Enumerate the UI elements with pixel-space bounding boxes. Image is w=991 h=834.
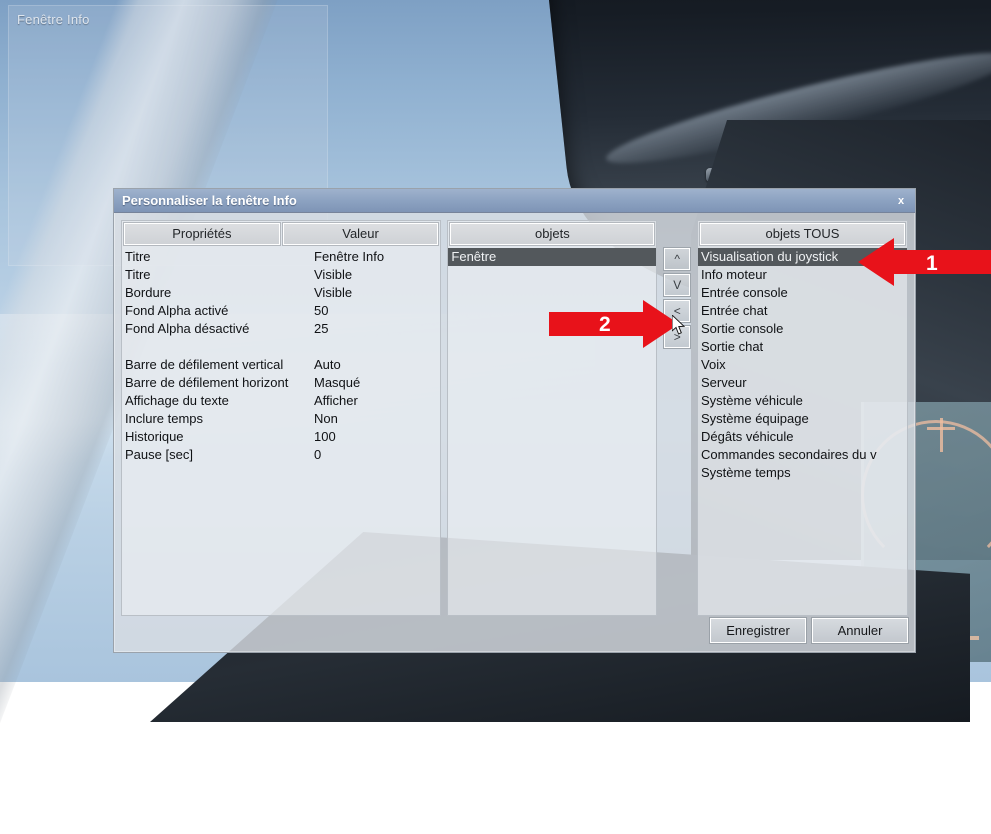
- list-item[interactable]: Entrée chat: [698, 302, 907, 320]
- transfer-button-column: ^ V < >: [663, 220, 691, 652]
- objets-tous-panel: objets TOUS Visualisation du joystickInf…: [697, 220, 908, 616]
- list-item[interactable]: Sortie console: [698, 320, 907, 338]
- remove-button[interactable]: >: [664, 326, 690, 348]
- list-item[interactable]: Sortie chat: [698, 338, 907, 356]
- property-value: 50: [314, 302, 440, 320]
- property-name: Titre: [122, 248, 314, 266]
- properties-row[interactable]: Barre de défilement horizontMasqué: [122, 374, 440, 392]
- move-down-button[interactable]: V: [664, 274, 690, 296]
- property-name: [122, 338, 314, 356]
- close-icon[interactable]: x: [893, 193, 909, 209]
- objets-tous-list[interactable]: Visualisation du joystickInfo moteurEntr…: [698, 247, 907, 615]
- list-item[interactable]: Info moteur: [698, 266, 907, 284]
- property-name: Inclure temps: [122, 410, 314, 428]
- property-value: 100: [314, 428, 440, 446]
- property-value: Afficher: [314, 392, 440, 410]
- list-item[interactable]: Commandes secondaires du v: [698, 446, 907, 464]
- properties-panel-header: Propriétés Valeur: [122, 221, 440, 247]
- properties-row[interactable]: TitreVisible: [122, 266, 440, 284]
- column-header-objets-tous[interactable]: objets TOUS: [700, 223, 905, 245]
- dialog-title: Personnaliser la fenêtre Info: [122, 193, 297, 208]
- properties-row[interactable]: Fond Alpha désactivé25: [122, 320, 440, 338]
- property-value: 0: [314, 446, 440, 464]
- objets-panel-header: objets: [448, 221, 656, 247]
- list-item[interactable]: Dégâts véhicule: [698, 428, 907, 446]
- column-header-objets[interactable]: objets: [450, 223, 654, 245]
- properties-row[interactable]: Barre de défilement verticalAuto: [122, 356, 440, 374]
- dialog-body: Propriétés Valeur TitreFenêtre InfoTitre…: [114, 213, 915, 652]
- property-name: Bordure: [122, 284, 314, 302]
- save-button[interactable]: Enregistrer: [710, 618, 806, 643]
- info-window-title: Fenêtre Info: [9, 6, 327, 27]
- column-header-properties[interactable]: Propriétés: [124, 223, 280, 245]
- objets-list[interactable]: Fenêtre: [448, 247, 656, 615]
- property-value: Auto: [314, 356, 440, 374]
- add-button[interactable]: <: [664, 300, 690, 322]
- property-name: Fond Alpha activé: [122, 302, 314, 320]
- list-item[interactable]: Système véhicule: [698, 392, 907, 410]
- property-value: [314, 338, 440, 356]
- property-name: Barre de défilement vertical: [122, 356, 314, 374]
- hud-crosshair-horizontal-icon: [927, 427, 955, 430]
- property-name: Historique: [122, 428, 314, 446]
- list-item[interactable]: Système équipage: [698, 410, 907, 428]
- list-item[interactable]: Serveur: [698, 374, 907, 392]
- objets-panel: objets Fenêtre: [447, 220, 657, 616]
- dialog-footer: Enregistrer Annuler: [710, 618, 908, 643]
- properties-row[interactable]: TitreFenêtre Info: [122, 248, 440, 266]
- property-value: Fenêtre Info: [314, 248, 440, 266]
- properties-row[interactable]: Historique100: [122, 428, 440, 446]
- property-name: Pause [sec]: [122, 446, 314, 464]
- properties-panel: Propriétés Valeur TitreFenêtre InfoTitre…: [121, 220, 441, 616]
- cancel-button[interactable]: Annuler: [812, 618, 908, 643]
- property-name: Affichage du texte: [122, 392, 314, 410]
- properties-row[interactable]: Pause [sec]0: [122, 446, 440, 464]
- property-value: 25: [314, 320, 440, 338]
- property-name: Fond Alpha désactivé: [122, 320, 314, 338]
- property-value: Non: [314, 410, 440, 428]
- dialog-titlebar[interactable]: Personnaliser la fenêtre Info x: [114, 189, 915, 213]
- list-item[interactable]: Visualisation du joystick: [698, 248, 907, 266]
- move-up-button[interactable]: ^: [664, 248, 690, 270]
- objets-tous-panel-header: objets TOUS: [698, 221, 907, 247]
- property-name: Titre: [122, 266, 314, 284]
- properties-row[interactable]: Affichage du texteAfficher: [122, 392, 440, 410]
- properties-row[interactable]: BordureVisible: [122, 284, 440, 302]
- list-item[interactable]: Fenêtre: [448, 248, 656, 266]
- properties-row[interactable]: Inclure tempsNon: [122, 410, 440, 428]
- hud-crosshair-vertical-icon: [940, 418, 943, 452]
- property-value: Visible: [314, 266, 440, 284]
- property-value: Visible: [314, 284, 440, 302]
- column-header-value[interactable]: Valeur: [283, 223, 439, 245]
- properties-list[interactable]: TitreFenêtre InfoTitreVisibleBordureVisi…: [122, 247, 440, 615]
- list-item[interactable]: Entrée console: [698, 284, 907, 302]
- property-value: Masqué: [314, 374, 440, 392]
- properties-row[interactable]: [122, 338, 440, 356]
- customize-info-window-dialog[interactable]: Personnaliser la fenêtre Info x Propriét…: [113, 188, 916, 653]
- list-item[interactable]: Système temps: [698, 464, 907, 482]
- properties-row[interactable]: Fond Alpha activé50: [122, 302, 440, 320]
- property-name: Barre de défilement horizont: [122, 374, 314, 392]
- list-item[interactable]: Voix: [698, 356, 907, 374]
